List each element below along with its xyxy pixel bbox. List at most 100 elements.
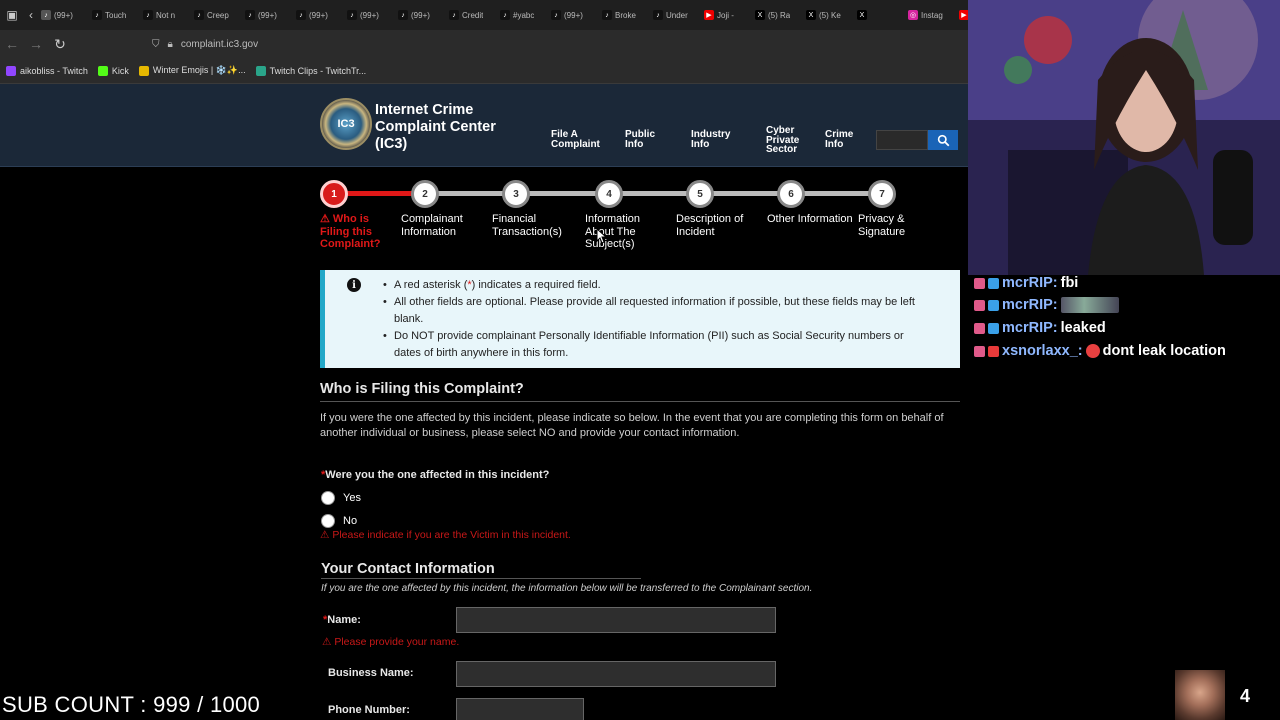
name-error-message: ⚠ Please provide your name. — [322, 636, 460, 648]
bookmark-label: Twitch Clips - TwitchTr... — [269, 65, 367, 76]
info-item-required: A red asterisk (*) indicates a required … — [383, 277, 933, 294]
tab-actions-icon[interactable]: ▣ — [0, 0, 24, 30]
question-label: *Were you the one affected in this incid… — [321, 469, 550, 481]
chat-badge-icon — [988, 277, 999, 289]
browser-tab[interactable]: X (5) Ra — [752, 3, 803, 27]
site-search-input[interactable] — [876, 130, 928, 150]
shield-icon[interactable]: ⛉ — [152, 39, 160, 50]
back-icon[interactable]: ← — [0, 32, 24, 56]
radio-yes-row[interactable]: Yes — [321, 491, 361, 505]
url-field[interactable]: ⛉ 🔒︎ complaint.ic3.gov — [152, 39, 258, 50]
reload-icon[interactable]: ↻ — [48, 32, 72, 56]
step-circle-2[interactable]: 2 — [411, 180, 439, 208]
screen: ▣ ‹ ♪ (99+) ♪ Touch ♪ Not n ♪ Creep ♪ (99+) ♪ (99+)… — [0, 0, 1280, 720]
nav-cyber-private-sector[interactable]: Cyber Private Sector — [766, 126, 808, 155]
tab-favicon-icon: X — [857, 10, 867, 20]
mouse-cursor-icon — [596, 228, 606, 244]
chat-username[interactable]: mcrRIP: — [1002, 297, 1058, 313]
browser-tab[interactable]: ♪ #yabc — [497, 3, 548, 27]
info-box: i A red asterisk (*) indicates a require… — [320, 270, 960, 368]
search-button[interactable] — [928, 130, 958, 150]
browser-tab[interactable]: ▶It's — [956, 3, 968, 27]
step-label-3[interactable]: Financial Transaction(s) — [492, 213, 578, 238]
streamer-webcam-image — [968, 0, 1280, 275]
bookmark-item[interactable]: aikobliss - Twitch — [6, 65, 88, 76]
tab-title: (99+) — [360, 10, 379, 20]
bookmark-item[interactable]: Winter Emojis | ❄️✨... — [138, 65, 246, 76]
tab-favicon-icon: ♪ — [296, 10, 306, 20]
bookmark-item[interactable]: Twitch Clips - TwitchTr... — [255, 65, 367, 76]
contact-divider — [321, 578, 641, 579]
tab-favicon-icon: ♪ — [653, 10, 663, 20]
browser-tab[interactable]: ♪ (99+) — [548, 3, 599, 27]
browser-tab[interactable]: ♪ (99+) — [293, 3, 344, 27]
nav-crime-info[interactable]: Crime Info — [825, 130, 861, 150]
radio-yes[interactable] — [321, 491, 335, 505]
tab-title: Broke — [615, 10, 636, 20]
tab-title: (5) Ra — [768, 10, 791, 20]
step-label-2[interactable]: Complainant Information — [401, 213, 487, 238]
browser-tab[interactable]: ♪ Not n — [140, 3, 191, 27]
lock-icon[interactable]: 🔒︎ — [168, 39, 173, 50]
step-circle-1[interactable]: 1 — [320, 180, 348, 208]
step-label-6[interactable]: Other Information — [767, 213, 853, 226]
step-circle-5[interactable]: 5 — [686, 180, 714, 208]
tab-favicon-icon: ♪ — [398, 10, 408, 20]
radio-yes-label[interactable]: Yes — [343, 492, 361, 504]
tab-title: Joji - — [717, 10, 734, 20]
tab-favicon-icon: ♪ — [551, 10, 561, 20]
step-label-1[interactable]: ⚠ Who is Filing this Complaint? — [320, 213, 390, 251]
browser-tab[interactable]: ♪ Creep — [191, 3, 242, 27]
nav-file-complaint[interactable]: File A Complaint — [551, 130, 611, 150]
contact-note: If you are the one affected by this inci… — [321, 583, 813, 594]
browser-tab[interactable]: ▶ Joji - — [701, 3, 752, 27]
browser-tab[interactable]: ♪ (99+) — [344, 3, 395, 27]
chat-message: mcrRIP: fbi — [974, 275, 1078, 291]
browser-tab[interactable]: X — [854, 3, 905, 27]
site-title[interactable]: Internet Crime Complaint Center (IC3) — [375, 102, 525, 153]
url-text[interactable]: complaint.ic3.gov — [181, 39, 258, 50]
name-input[interactable] — [456, 607, 776, 633]
browser-tab[interactable]: ♪ (99+) — [38, 3, 89, 27]
step-label-5[interactable]: Description of Incident — [676, 213, 762, 238]
progress-stepper: 1 ⚠ Who is Filing this Complaint? 2 Complai… — [320, 178, 960, 258]
browser-tab[interactable]: X (5) Ke — [803, 3, 854, 27]
nav-industry-info[interactable]: Industry Info — [691, 130, 741, 150]
step-circle-3[interactable]: 3 — [502, 180, 530, 208]
business-name-input[interactable] — [456, 661, 776, 687]
webcam-feed — [968, 0, 1280, 275]
corner-counter: 4 — [1240, 686, 1251, 706]
chat-emote-icon — [1085, 344, 1100, 358]
chat-username[interactable]: xsnorlaxx_: — [1002, 343, 1083, 359]
chat-username[interactable]: mcrRIP: — [1002, 320, 1058, 336]
tab-favicon-icon: ♪ — [92, 10, 102, 20]
browser-tab[interactable]: ◎ Instag — [905, 3, 956, 27]
step-circle-6[interactable]: 6 — [777, 180, 805, 208]
browser-tab[interactable]: ♪ (99+) — [242, 3, 293, 27]
browser-tab[interactable]: ♪ (99+) — [395, 3, 446, 27]
step-label-7[interactable]: Privacy & Signature — [858, 213, 944, 238]
tab-title: (99+) — [258, 10, 277, 20]
phone-number-input[interactable] — [456, 698, 584, 720]
ic3-seal-logo[interactable]: IC3 — [320, 98, 372, 150]
browser-tab[interactable]: ♪ Touch — [89, 3, 140, 27]
victim-error-message: ⚠ Please indicate if you are the Victim … — [320, 529, 571, 541]
radio-no-label[interactable]: No — [343, 515, 357, 527]
tab-favicon-icon: ▶ — [704, 10, 714, 20]
bookmark-item[interactable]: Kick — [97, 65, 129, 76]
chat-badge-icon — [988, 322, 999, 334]
tab-scroll-left-icon[interactable]: ‹ — [24, 0, 38, 30]
browser-tab[interactable]: ♪ Credit — [446, 3, 497, 27]
radio-no-row[interactable]: No — [321, 514, 357, 528]
tab-title: Credit — [462, 10, 484, 20]
radio-no[interactable] — [321, 514, 335, 528]
step-circle-4[interactable]: 4 — [595, 180, 623, 208]
browser-tab[interactable]: ♪ Under — [650, 3, 701, 27]
step-circle-7[interactable]: 7 — [868, 180, 896, 208]
nav-public-info[interactable]: Public Info — [625, 130, 665, 150]
chat-username[interactable]: mcrRIP: — [1002, 275, 1058, 291]
address-bar: ← → ↻ ⛉ 🔒︎ complaint.ic3.gov — [0, 30, 968, 58]
browser-tab[interactable]: ♪ Broke — [599, 3, 650, 27]
forward-icon[interactable]: → — [24, 32, 48, 56]
phone-number-label: Phone Number: — [328, 704, 410, 716]
